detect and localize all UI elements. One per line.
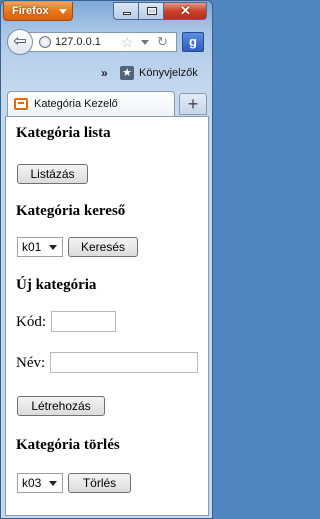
list-button[interactable]: Listázás bbox=[17, 164, 88, 184]
reload-icon[interactable]: ↻ bbox=[157, 34, 168, 50]
browser-window: Firefox ✕ 127.0.0.1 ☆ ↻ ⇦ g » ★ Könyvjel… bbox=[0, 0, 213, 519]
bookmarks-menu-button[interactable]: Könyvjelzők bbox=[139, 67, 198, 79]
minimize-button[interactable] bbox=[113, 2, 139, 20]
site-identity-icon[interactable] bbox=[39, 36, 51, 48]
history-dropdown-icon[interactable] bbox=[141, 40, 149, 45]
new-tab-button[interactable]: + bbox=[179, 93, 207, 115]
bookmark-star-icon[interactable]: ☆ bbox=[121, 34, 134, 51]
chevron-down-icon bbox=[49, 481, 57, 486]
delete-section-heading: Kategória törlés bbox=[16, 437, 120, 453]
back-arrow-icon: ⇦ bbox=[13, 33, 27, 50]
plus-icon: + bbox=[187, 94, 199, 114]
google-icon: g bbox=[189, 34, 197, 49]
close-icon: ✕ bbox=[180, 3, 191, 18]
code-input[interactable] bbox=[51, 311, 116, 332]
navigation-bar: 127.0.0.1 ☆ ↻ ⇦ g bbox=[5, 27, 210, 57]
bookmarks-overflow-button[interactable]: » bbox=[101, 66, 108, 80]
name-label: Név: bbox=[16, 355, 46, 371]
delete-select-value: k03 bbox=[22, 476, 42, 490]
address-text: 127.0.0.1 bbox=[55, 36, 101, 48]
address-bar[interactable]: 127.0.0.1 ☆ ↻ bbox=[27, 32, 177, 52]
new-section-heading: Új kategória bbox=[16, 277, 97, 293]
code-label: Kód: bbox=[16, 314, 46, 330]
search-select-value: k01 bbox=[22, 240, 42, 254]
firefox-menu-button[interactable]: Firefox bbox=[3, 2, 73, 21]
back-button[interactable]: ⇦ bbox=[7, 29, 33, 55]
firefox-menu-label: Firefox bbox=[12, 5, 49, 17]
chevron-down-icon bbox=[59, 9, 67, 14]
tab-title: Kategória Kezelő bbox=[34, 98, 118, 110]
page-favicon-icon bbox=[14, 98, 28, 110]
close-window-button[interactable]: ✕ bbox=[163, 2, 207, 20]
minimize-icon bbox=[123, 12, 131, 15]
search-engine-button[interactable]: g bbox=[182, 32, 204, 52]
page-content: Kategória lista Listázás Kategória keres… bbox=[5, 116, 209, 516]
name-input[interactable] bbox=[50, 352, 198, 373]
search-category-select[interactable]: k01 bbox=[17, 237, 63, 257]
list-section-heading: Kategória lista bbox=[16, 125, 111, 141]
maximize-icon bbox=[147, 7, 157, 15]
search-section-heading: Kategória kereső bbox=[16, 203, 126, 219]
bookmarks-star-icon: ★ bbox=[120, 66, 134, 80]
maximize-button[interactable] bbox=[138, 2, 164, 20]
search-button[interactable]: Keresés bbox=[68, 237, 138, 257]
create-button[interactable]: Létrehozás bbox=[17, 396, 105, 416]
delete-category-select[interactable]: k03 bbox=[17, 473, 63, 493]
delete-button[interactable]: Törlés bbox=[68, 473, 131, 493]
tab-kategoria-kezelo[interactable]: Kategória Kezelő bbox=[7, 91, 175, 117]
bookmarks-toolbar: » ★ Könyvjelzők bbox=[1, 63, 214, 87]
chevron-down-icon bbox=[49, 245, 57, 250]
